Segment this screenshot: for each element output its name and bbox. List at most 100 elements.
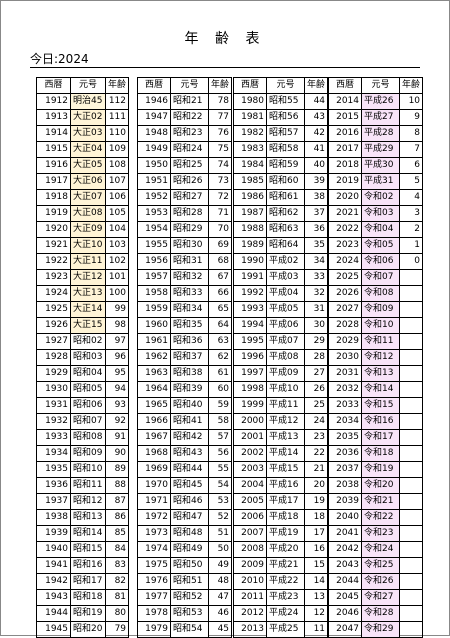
table-row: 1952 昭和27 72 [137, 189, 233, 206]
table-row: 2013 平成25 11 [233, 621, 329, 638]
table-row: 1983 昭和58 41 [233, 141, 329, 158]
gengo-cell: 昭和06 [70, 397, 106, 414]
gengo-cell: 平成10 [266, 381, 305, 398]
seireki-cell: 2000 [233, 413, 267, 430]
gengo-cell: 平成23 [266, 589, 305, 606]
table-header-row: 西暦 元号 年齢 [328, 77, 424, 94]
nenrei-cell [398, 333, 424, 350]
table-row: 1930 昭和05 94 [36, 381, 130, 398]
seireki-cell: 1984 [233, 157, 267, 174]
table-row: 1951 昭和26 73 [137, 173, 233, 190]
table-row: 1979 昭和54 45 [137, 621, 233, 638]
seireki-cell: 1922 [36, 253, 71, 270]
table-row: 1987 昭和62 37 [233, 205, 329, 222]
table-row: 1950 昭和25 74 [137, 157, 233, 174]
seireki-cell: 1948 [137, 125, 171, 142]
table-row: 1997 平成09 27 [233, 365, 329, 382]
seireki-cell: 2013 [233, 621, 267, 638]
nenrei-cell: 1 [398, 237, 424, 254]
gengo-cell: 昭和02 [70, 333, 106, 350]
gengo-cell: 令和04 [361, 221, 400, 238]
seireki-cell: 1960 [137, 317, 171, 334]
nenrei-cell: 7 [398, 141, 424, 158]
nenrei-cell: 82 [104, 573, 130, 590]
gengo-cell: 昭和13 [70, 509, 106, 526]
nenrei-cell [398, 477, 424, 494]
gengo-cell: 大正03 [70, 125, 106, 142]
seireki-cell: 2011 [233, 589, 267, 606]
gengo-cell: 令和25 [361, 557, 400, 574]
gengo-cell: 平成13 [266, 429, 305, 446]
seireki-cell: 2037 [328, 461, 362, 478]
table-row: 1966 昭和41 58 [137, 413, 233, 430]
nenrei-cell: 94 [104, 381, 130, 398]
table-row: 2021 令和03 3 [328, 205, 424, 222]
table-row: 1986 昭和61 38 [233, 189, 329, 206]
seireki-cell: 2044 [328, 573, 362, 590]
gengo-cell: 平成20 [266, 541, 305, 558]
nenrei-cell [398, 493, 424, 510]
gengo-cell: 昭和37 [170, 349, 209, 366]
nenrei-cell: 43 [303, 109, 329, 126]
table-row: 1953 昭和28 71 [137, 205, 233, 222]
nenrei-cell: 64 [207, 317, 233, 334]
seireki-cell: 1933 [36, 429, 71, 446]
age-table-column-1: 西暦 元号 年齢 1912 明治45 112 1913 大正02 111 1914 大正03 110 1… [36, 77, 130, 638]
gengo-cell: 昭和17 [70, 573, 106, 590]
seireki-cell: 1930 [36, 381, 71, 398]
nenrei-cell: 9 [398, 109, 424, 126]
seireki-cell: 1932 [36, 413, 71, 430]
nenrei-cell: 51 [207, 525, 233, 542]
table-row: 2024 令和06 0 [328, 253, 424, 270]
gengo-cell: 昭和30 [170, 237, 209, 254]
table-row: 2006 平成18 18 [233, 509, 329, 526]
nenrei-cell: 88 [104, 477, 130, 494]
gengo-cell: 令和12 [361, 349, 400, 366]
table-row: 1960 昭和35 64 [137, 317, 233, 334]
seireki-cell: 1944 [36, 605, 71, 622]
table-row: 1956 昭和31 68 [137, 253, 233, 270]
nenrei-cell: 2 [398, 221, 424, 238]
table-row: 2032 令和14 [328, 381, 424, 398]
table-row: 1992 平成04 32 [233, 285, 329, 302]
table-row: 1965 昭和40 59 [137, 397, 233, 414]
table-row: 2026 令和08 [328, 285, 424, 302]
seireki-cell: 1994 [233, 317, 267, 334]
table-row: 1973 昭和48 51 [137, 525, 233, 542]
gengo-cell: 昭和04 [70, 365, 106, 382]
seireki-cell: 2028 [328, 317, 362, 334]
gengo-cell: 平成29 [361, 141, 400, 158]
table-row: 2031 令和13 [328, 365, 424, 382]
seireki-cell: 1956 [137, 253, 171, 270]
table-row: 1958 昭和33 66 [137, 285, 233, 302]
gengo-cell: 平成24 [266, 605, 305, 622]
nenrei-cell: 91 [104, 429, 130, 446]
table-row: 1921 大正10 103 [36, 237, 130, 254]
seireki-cell: 2026 [328, 285, 362, 302]
nenrei-cell: 27 [303, 365, 329, 382]
seireki-cell: 1954 [137, 221, 171, 238]
gengo-cell: 平成31 [361, 173, 400, 190]
seireki-cell: 1939 [36, 525, 71, 542]
nenrei-cell: 78 [207, 93, 233, 110]
table-row: 2040 令和22 [328, 509, 424, 526]
nenrei-cell: 67 [207, 269, 233, 286]
table-row: 1971 昭和46 53 [137, 493, 233, 510]
gengo-cell: 昭和45 [170, 477, 209, 494]
table-row: 2027 令和09 [328, 301, 424, 318]
table-row: 1943 昭和18 81 [36, 589, 130, 606]
nenrei-cell: 21 [303, 461, 329, 478]
gengo-cell: 昭和59 [266, 157, 305, 174]
gengo-cell: 昭和40 [170, 397, 209, 414]
seireki-cell: 1987 [233, 205, 267, 222]
nenrei-cell: 107 [104, 173, 130, 190]
seireki-cell: 1929 [36, 365, 71, 382]
seireki-cell: 1945 [36, 621, 71, 638]
nenrei-cell: 87 [104, 493, 130, 510]
gengo-cell: 昭和23 [170, 125, 209, 142]
gengo-cell: 令和13 [361, 365, 400, 382]
header-gengo: 元号 [361, 77, 400, 94]
table-row: 1982 昭和57 42 [233, 125, 329, 142]
nenrei-cell [398, 269, 424, 286]
gengo-cell: 大正05 [70, 157, 106, 174]
